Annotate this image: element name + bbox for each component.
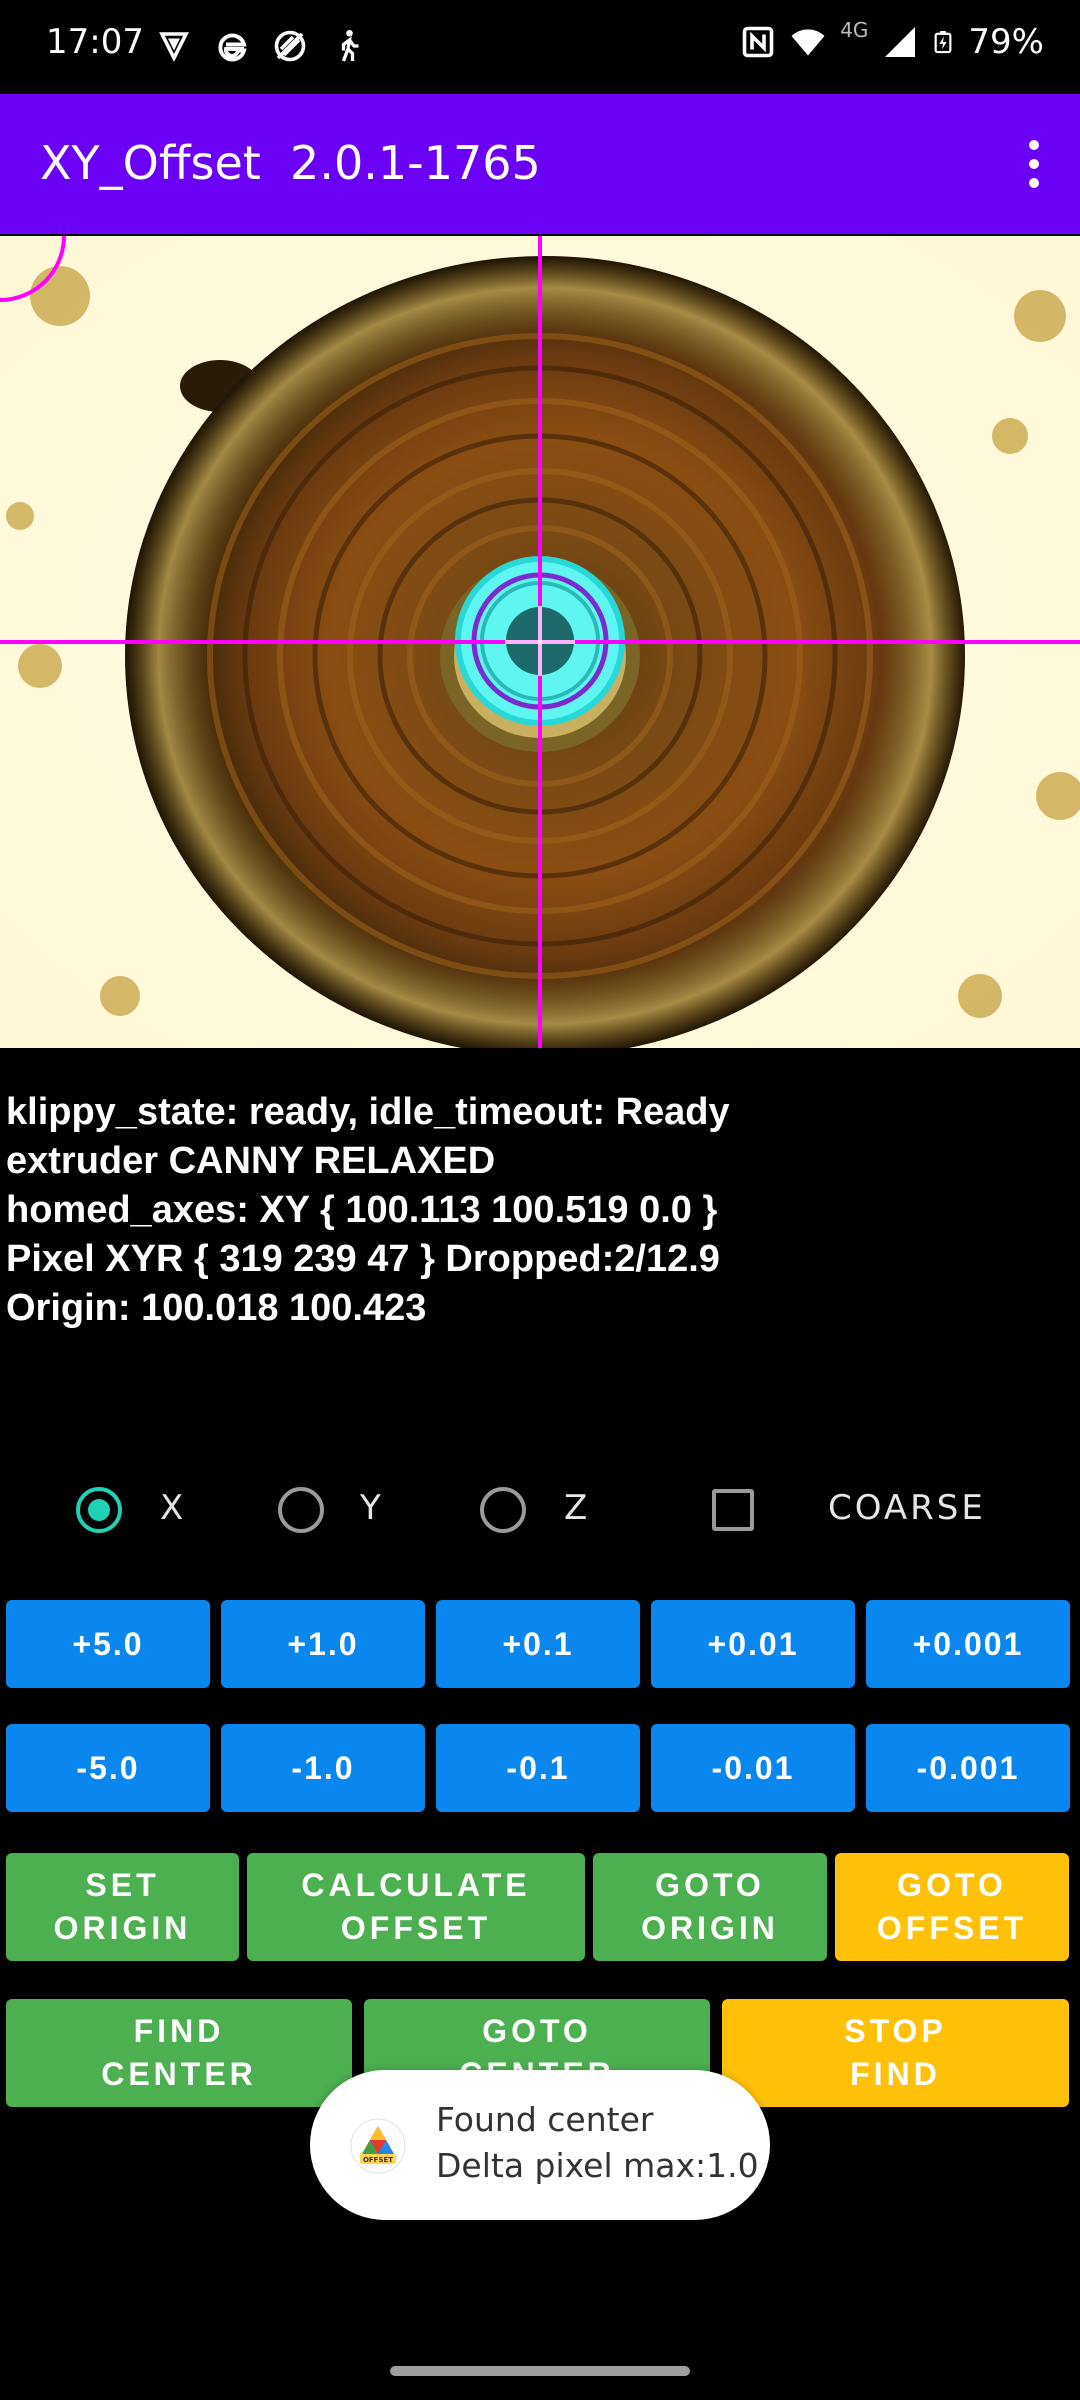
coarse-checkbox[interactable]: [712, 1489, 754, 1531]
radio-y-label[interactable]: Y: [360, 1488, 381, 1528]
set-origin-label: SET ORIGIN: [53, 1867, 192, 1946]
jog-plus-0-1-button[interactable]: +0.1: [436, 1600, 640, 1688]
status-bar: 17:07 4G 79%: [0, 0, 1080, 94]
printer-status-text: klippy_state: ready, idle_timeout: Ready…: [6, 1088, 730, 1333]
app-bar: XY_Offset 2.0.1-1765: [0, 94, 1080, 234]
find-center-button[interactable]: FIND CENTER: [6, 1999, 352, 2107]
notification-icons: [156, 28, 366, 64]
radio-z-label[interactable]: Z: [564, 1488, 587, 1528]
stop-find-label: STOP FIND: [844, 2013, 947, 2092]
jog-minus-0-1-button[interactable]: -0.1: [436, 1724, 640, 1812]
jog-plus-0-001-button[interactable]: +0.001: [866, 1600, 1070, 1688]
calculate-offset-button[interactable]: CALCULATE OFFSET: [247, 1853, 585, 1961]
radio-x[interactable]: [76, 1487, 122, 1533]
toast-title: Found center: [436, 2100, 654, 2139]
more-vert-icon[interactable]: [1024, 140, 1044, 188]
radio-z[interactable]: [480, 1487, 526, 1533]
radio-x-label[interactable]: X: [160, 1488, 183, 1528]
logo-text: OFFSET: [363, 2156, 393, 2164]
network-type: 4G: [840, 18, 869, 42]
toast-detail: Delta pixel max:1.0: [436, 2146, 759, 2185]
wifi-icon: [791, 29, 825, 56]
edge-browser-icon: [218, 33, 247, 62]
jog-minus-0-001-button[interactable]: -0.001: [866, 1724, 1070, 1812]
calculate-offset-label: CALCULATE OFFSET: [301, 1867, 531, 1946]
jog-minus-1-button[interactable]: -1.0: [221, 1724, 425, 1812]
find-center-label: FIND CENTER: [101, 2013, 257, 2092]
jog-plus-1-button[interactable]: +1.0: [221, 1600, 425, 1688]
klippy-state-line: klippy_state: ready, idle_timeout: Ready: [6, 1091, 730, 1133]
toast-message: OFFSET Found center Delta pixel max:1.0: [310, 2070, 770, 2220]
app-title: XY_Offset 2.0.1-1765: [40, 136, 541, 190]
nfc-icon: [742, 26, 774, 58]
pixel-xyr-line: Pixel XYR { 319 239 47 } Dropped:2/12.9: [6, 1238, 720, 1280]
radio-y[interactable]: [278, 1487, 324, 1533]
jog-minus-5-button[interactable]: -5.0: [6, 1724, 210, 1812]
homed-axes-line: homed_axes: XY { 100.113 100.519 0.0 }: [6, 1189, 718, 1231]
goto-origin-label: GOTO ORIGIN: [641, 1867, 779, 1946]
goto-origin-button[interactable]: GOTO ORIGIN: [593, 1853, 827, 1961]
system-icons: 4G 79%: [740, 18, 1044, 62]
signal-icon: [885, 27, 916, 57]
jog-plus-5-button[interactable]: +5.0: [6, 1600, 210, 1688]
nozzle-camera-image: [0, 236, 1080, 1048]
jog-plus-0-01-button[interactable]: +0.01: [651, 1600, 855, 1688]
stop-find-button[interactable]: STOP FIND: [722, 1999, 1069, 2107]
battery-charging-icon: [934, 31, 952, 54]
app-logo-icon: OFFSET: [350, 2118, 406, 2174]
vpn-shield-icon: [159, 32, 189, 63]
sync-off-icon: [274, 30, 306, 62]
gesture-nav-bar[interactable]: [390, 2366, 690, 2376]
goto-offset-label: GOTO OFFSET: [876, 1867, 1028, 1946]
battery-percent: 79%: [968, 22, 1044, 62]
coarse-label[interactable]: COARSE: [828, 1488, 986, 1528]
jog-minus-0-01-button[interactable]: -0.01: [651, 1724, 855, 1812]
origin-line: Origin: 100.018 100.423: [6, 1287, 427, 1329]
axis-selector: X Y Z COARSE: [0, 1480, 1080, 1540]
camera-preview[interactable]: [0, 236, 1080, 1048]
extruder-line: extruder CANNY RELAXED: [6, 1140, 496, 1182]
goto-offset-button[interactable]: GOTO OFFSET: [835, 1853, 1069, 1961]
walking-person-icon: [341, 29, 359, 62]
status-time: 17:07: [46, 22, 144, 62]
set-origin-button[interactable]: SET ORIGIN: [6, 1853, 239, 1961]
